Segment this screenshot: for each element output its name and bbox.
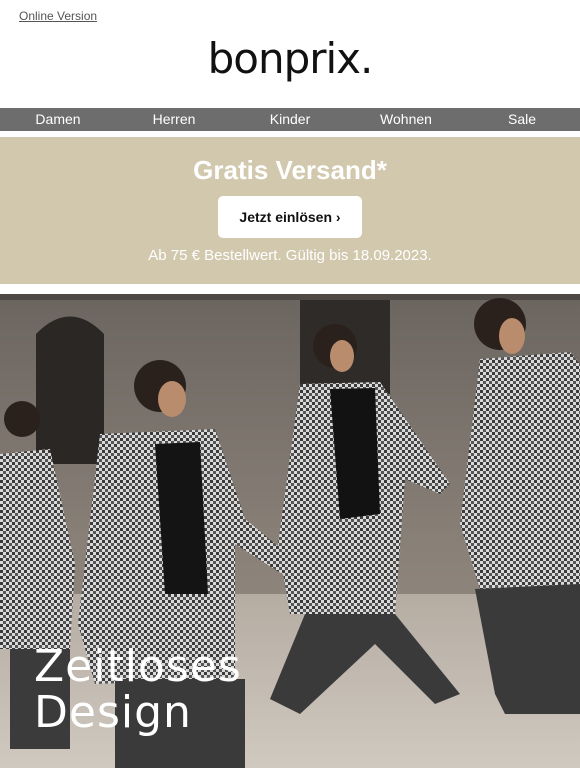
nav-item-herren[interactable]: Herren xyxy=(116,108,232,131)
nav-item-damen[interactable]: Damen xyxy=(0,108,116,131)
redeem-button[interactable]: Jetzt einlösen › xyxy=(218,196,362,238)
promo-title: Gratis Versand* xyxy=(193,155,387,185)
free-shipping-banner: Gratis Versand* Jetzt einlösen › Ab 75 €… xyxy=(0,137,580,284)
promo-note: Ab 75 € Bestellwert. Gültig bis 18.09.20… xyxy=(148,247,432,264)
nav-item-kinder[interactable]: Kinder xyxy=(232,108,348,131)
main-nav: Damen Herren Kinder Wohnen Sale xyxy=(0,108,580,131)
hero-headline-line1: Zeitloses xyxy=(34,641,242,692)
hero-headline-line2: Design xyxy=(34,687,192,738)
hero-headline: Zeitloses Design xyxy=(34,644,242,736)
nav-item-wohnen[interactable]: Wohnen xyxy=(348,108,464,131)
hero-image[interactable]: Zeitloses Design xyxy=(0,294,580,768)
online-version-link[interactable]: Online Version xyxy=(19,9,97,23)
bonprix-logo[interactable]: bonprix. xyxy=(0,34,580,83)
nav-item-sale[interactable]: Sale xyxy=(464,108,580,131)
